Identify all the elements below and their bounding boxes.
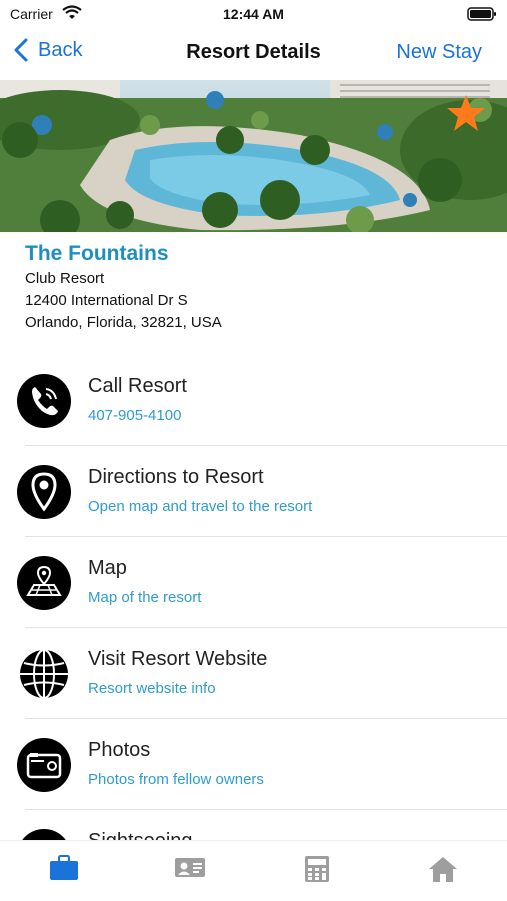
resort-type: Club Resort [25,270,105,287]
website-subtitle: Resort website info [88,680,216,697]
location-pin-icon [16,464,72,520]
home-icon [429,857,457,882]
map-title: Map [88,557,127,579]
call-resort-title: Call Resort [88,375,187,397]
photos-row[interactable]: Photos Photos from fellow owners [0,719,507,810]
phone-icon [16,373,72,429]
navigation-bar: Back Resort Details New Stay [0,28,507,80]
directions-title: Directions to Resort [88,466,264,488]
resort-name: The Fountains [25,242,169,265]
resort-photo [0,80,507,232]
call-resort-row[interactable]: Call Resort 407-905-4100 [0,355,507,446]
battery-icon [467,7,497,26]
resort-address-line2: Orlando, Florida, 32821, USA [25,314,222,331]
directions-row[interactable]: Directions to Resort Open map and travel… [0,446,507,537]
map-subtitle: Map of the resort [88,589,202,606]
directions-subtitle: Open map and travel to the resort [88,498,313,515]
back-button[interactable]: Back [14,38,82,62]
resort-actions-list: Call Resort 407-905-4100 Directions to R… [0,355,507,850]
back-label: Back [38,38,83,61]
tab-calculator[interactable] [297,855,337,889]
new-stay-button[interactable]: New Stay [396,41,482,64]
id-card-icon [175,858,205,877]
resort-address-line1: 12400 International Dr S [25,292,188,309]
map-icon [16,555,72,611]
status-bar: Carrier 12:44 AM [0,0,507,28]
photos-title: Photos [88,739,151,761]
status-time: 12:44 AM [223,6,284,22]
call-resort-phone: 407-905-4100 [88,407,182,424]
photos-subtitle: Photos from fellow owners [88,771,264,788]
tab-bar [0,840,507,901]
website-row[interactable]: Visit Resort Website Resort website info [0,628,507,719]
briefcase-icon [50,855,78,880]
tab-briefcase[interactable] [44,855,84,889]
chevron-left-icon [14,38,28,62]
favorite-star-icon[interactable] [446,94,486,137]
camera-icon [16,737,72,793]
website-title: Visit Resort Website [88,648,268,670]
tab-id-card[interactable] [170,855,210,889]
map-row[interactable]: Map Map of the resort [0,537,507,628]
calculator-icon [305,856,329,882]
resort-info: The Fountains Club Resort 12400 Internat… [25,240,495,334]
tab-home[interactable] [423,855,463,889]
globe-icon [16,646,72,702]
